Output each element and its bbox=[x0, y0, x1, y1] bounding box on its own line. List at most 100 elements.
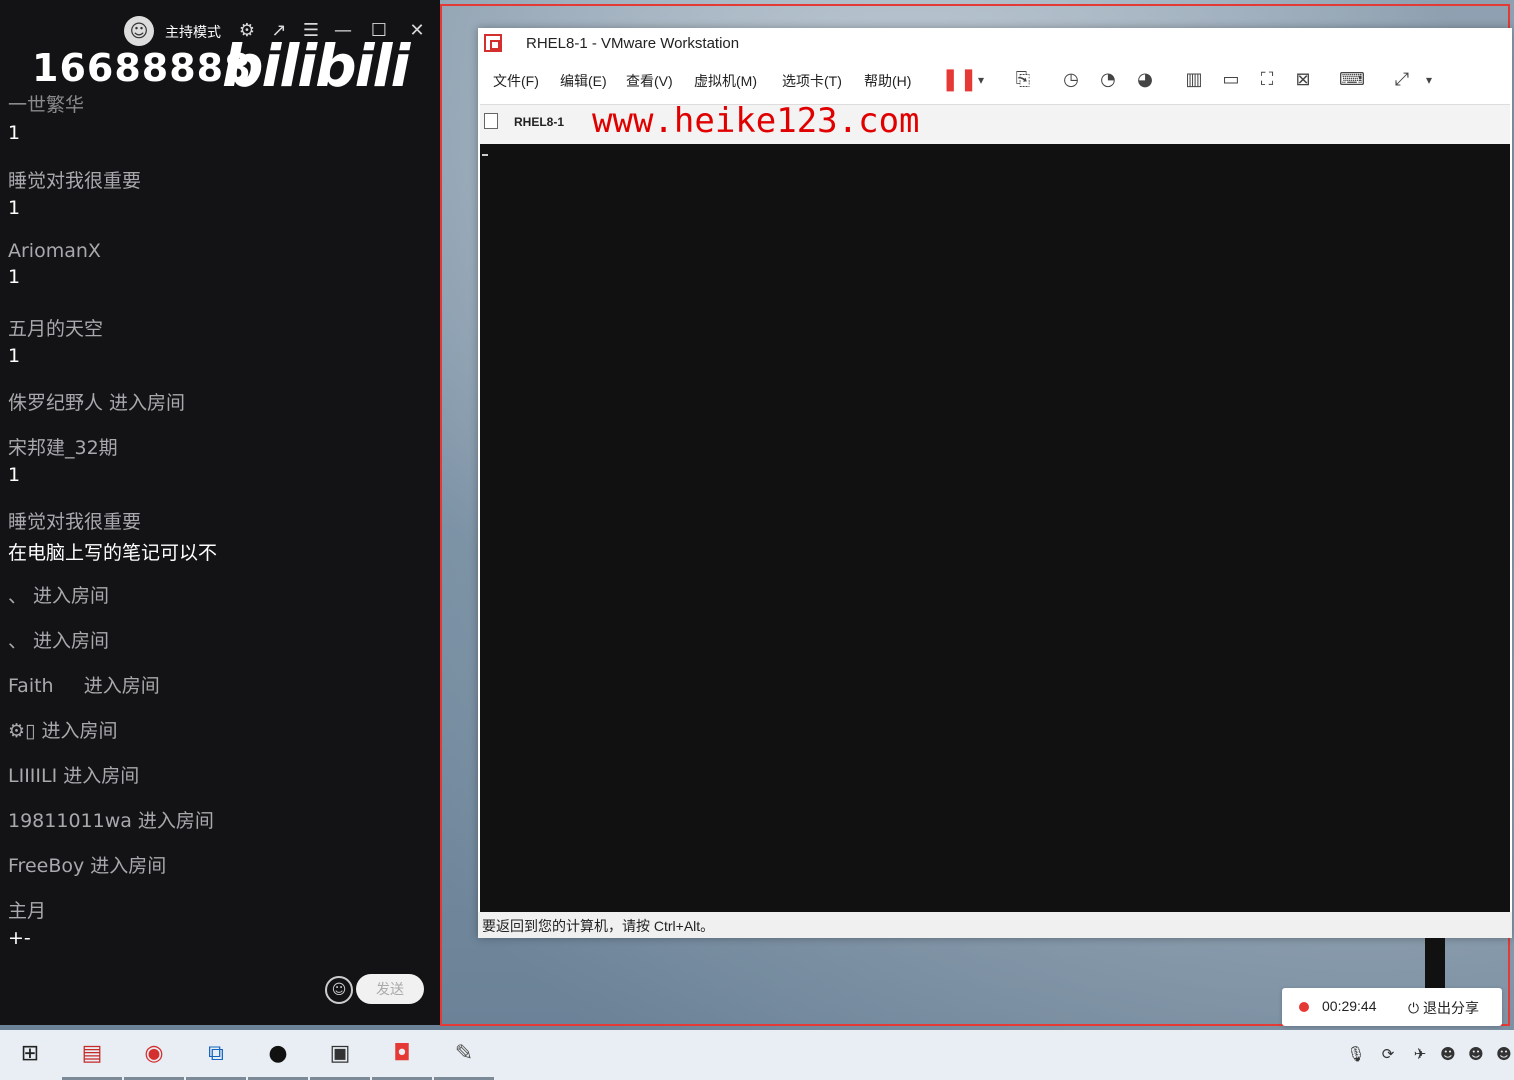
chat-username[interactable]: ⚙▯ 进入房间 bbox=[8, 716, 118, 743]
taskbar: ⊞ ▤ ◉ ⧉ ● ▣ ◘ ✎ 🎙 ⟳ ✈ ☻ ☻ ☻ bbox=[0, 1030, 1514, 1080]
qq-icon[interactable]: ☻ bbox=[1494, 1044, 1514, 1064]
screen-share-control: 00:29:44 ⏻ 退出分享 bbox=[1282, 988, 1502, 1026]
close-icon[interactable]: ✕ bbox=[406, 20, 428, 42]
room-id: 16688888 bbox=[32, 46, 252, 90]
classroom-app-icon[interactable]: ◘ bbox=[372, 1038, 432, 1080]
status-text: 要返回到您的计算机，请按 Ctrl+Alt。 bbox=[482, 918, 715, 934]
stretch-icon[interactable]: ⤢ bbox=[1389, 67, 1415, 93]
menu-file[interactable]: 文件(F) bbox=[493, 71, 539, 91]
pen-tool-icon[interactable]: ✎ bbox=[434, 1038, 494, 1080]
app-icon[interactable]: ● bbox=[248, 1038, 308, 1080]
vm-tab-icon bbox=[484, 113, 498, 129]
chat-enter-notice: 、 进入房间 bbox=[8, 581, 109, 608]
emoji-icon[interactable]: ☺ bbox=[325, 976, 353, 1004]
chat-message: 1 bbox=[8, 118, 20, 144]
chat-message: 主月 +- bbox=[8, 896, 46, 949]
chat-input-area: ☺ 发送 bbox=[0, 960, 440, 1020]
chat-message-text: 1 bbox=[8, 464, 21, 486]
bilibili-logo: bilibili bbox=[222, 32, 410, 100]
qq-icon[interactable]: ☻ bbox=[1438, 1044, 1458, 1064]
tray-bird-icon[interactable]: ✈ bbox=[1410, 1044, 1430, 1064]
chat-username[interactable]: Faith 进入房间 bbox=[8, 671, 160, 698]
pause-icon[interactable]: ❚❚ bbox=[941, 67, 978, 93]
background-window-fragment bbox=[1425, 938, 1445, 988]
chat-message: 宋邦建_32期 1 bbox=[8, 433, 118, 486]
chat-enter-notice: LIIIILI 进入房间 bbox=[8, 761, 139, 788]
streamer-avatar: ☺ bbox=[124, 16, 154, 46]
menu-help[interactable]: 帮助(H) bbox=[864, 71, 911, 91]
fullscreen-icon[interactable]: ⛶ bbox=[1254, 67, 1280, 93]
vm-tab-bar: RHEL8-1 www.heike123.com bbox=[480, 101, 1510, 145]
chat-enter-notice: 19811011wa 进入房间 bbox=[8, 806, 214, 833]
chat-message: AriomanX 1 bbox=[8, 240, 101, 288]
menu-tabs[interactable]: 选项卡(T) bbox=[782, 71, 842, 91]
chat-enter-notice: ⚙▯ 进入房间 bbox=[8, 716, 118, 743]
tab-label: RHEL8-1 bbox=[514, 115, 565, 129]
snapshot-manager-icon[interactable]: ◕ bbox=[1132, 67, 1158, 93]
microphone-icon[interactable]: 🎙 bbox=[1346, 1044, 1366, 1064]
chat-message-text: 1 bbox=[8, 197, 21, 219]
revert-snapshot-icon[interactable]: ◔ bbox=[1095, 67, 1121, 93]
chat-username[interactable]: 、 进入房间 bbox=[8, 581, 109, 608]
chat-message: 睡觉对我很重要 1 bbox=[8, 166, 141, 219]
vm-console-screen[interactable] bbox=[480, 144, 1510, 912]
vmware-logo-icon bbox=[484, 34, 502, 52]
watermark-text: www.heike123.com bbox=[592, 101, 920, 141]
thumbnail-view-icon[interactable]: ▭ bbox=[1218, 67, 1244, 93]
text-cursor bbox=[482, 154, 488, 156]
chat-message-text: 1 bbox=[8, 345, 21, 367]
chat-username[interactable]: 睡觉对我很重要 bbox=[8, 166, 141, 193]
menu-edit[interactable]: 编辑(E) bbox=[560, 71, 607, 91]
chat-header: ☺ 主持模式 ⚙ ↗ ☰ — ☐ ✕ 16688888 bilibili 一世繁… bbox=[0, 0, 440, 116]
qq-icon[interactable]: ☻ bbox=[1466, 1044, 1486, 1064]
tray-app-icon[interactable]: ⟳ bbox=[1378, 1044, 1398, 1064]
chat-message-text: 1 bbox=[8, 266, 21, 288]
chat-username[interactable]: 睡觉对我很重要 bbox=[8, 507, 217, 534]
chat-username[interactable]: AriomanX bbox=[8, 240, 101, 262]
share-timer: 00:29:44 bbox=[1322, 998, 1377, 1014]
chat-username[interactable]: FreeBoy 进入房间 bbox=[8, 851, 166, 878]
chat-username[interactable]: 、 进入房间 bbox=[8, 626, 109, 653]
chat-enter-notice: 侏罗纪野人 进入房间 bbox=[8, 388, 185, 415]
stretch-dropdown-icon[interactable]: ▾ bbox=[1416, 67, 1442, 93]
power-icon: ⏻ bbox=[1408, 1000, 1420, 1016]
pause-dropdown-icon[interactable]: ▾ bbox=[968, 67, 994, 93]
chat-username[interactable]: 五月的天空 bbox=[8, 314, 103, 341]
vmware-window: RHEL8-1 - VMware Workstation 文件(F) 编辑(E)… bbox=[478, 28, 1512, 938]
live-chat-panel: ☺ 主持模式 ⚙ ↗ ☰ — ☐ ✕ 16688888 bilibili 一世繁… bbox=[0, 0, 440, 1025]
snapshot-icon[interactable]: ◷ bbox=[1058, 67, 1084, 93]
host-mode-label[interactable]: 主持模式 bbox=[165, 22, 221, 42]
library-view-icon[interactable]: ▥ bbox=[1181, 67, 1207, 93]
tab-rhel8-1[interactable]: RHEL8-1 bbox=[484, 113, 565, 129]
chat-message-text: 1 bbox=[8, 122, 21, 144]
menu-view[interactable]: 查看(V) bbox=[626, 71, 673, 91]
vmware-icon[interactable]: ⧉ bbox=[186, 1038, 246, 1080]
menu-vm[interactable]: 虚拟机(M) bbox=[694, 71, 757, 91]
chat-message-text: 在电脑上写的笔记可以不 bbox=[8, 542, 218, 564]
chat-username[interactable]: 侏罗纪野人 进入房间 bbox=[8, 388, 185, 415]
chat-username[interactable]: 主月 bbox=[8, 896, 46, 923]
chat-username[interactable]: 19811011wa 进入房间 bbox=[8, 806, 214, 833]
start-menu-icon[interactable]: ⊞ bbox=[14, 1038, 46, 1070]
chat-enter-notice: 、 进入房间 bbox=[8, 626, 109, 653]
vm-status-bar: 要返回到您的计算机，请按 Ctrl+Alt。 bbox=[478, 912, 1512, 938]
window-title: RHEL8-1 - VMware Workstation bbox=[526, 35, 740, 52]
recording-dot-icon bbox=[1299, 1002, 1309, 1012]
chat-username[interactable]: LIIIILI 进入房间 bbox=[8, 761, 139, 788]
chat-message-text: +- bbox=[8, 927, 31, 949]
send-ctrl-alt-del-icon[interactable]: ⎘ bbox=[1010, 67, 1036, 93]
chat-enter-notice: FreeBoy 进入房间 bbox=[8, 851, 166, 878]
file-explorer-icon[interactable]: ▤ bbox=[62, 1038, 122, 1080]
chat-username[interactable]: 宋邦建_32期 bbox=[8, 433, 118, 460]
console-view-icon[interactable]: ⌨ bbox=[1339, 67, 1365, 93]
send-button[interactable]: 发送 bbox=[356, 974, 424, 1004]
chrome-icon[interactable]: ◉ bbox=[124, 1038, 184, 1080]
vmware-titlebar[interactable]: RHEL8-1 - VMware Workstation bbox=[478, 28, 1512, 62]
exit-share-label: 退出分享 bbox=[1422, 1000, 1479, 1016]
chat-message: 睡觉对我很重要 在电脑上写的笔记可以不 bbox=[8, 507, 217, 565]
unity-icon[interactable]: ⊠ bbox=[1290, 67, 1316, 93]
vmware-menubar: 文件(F) 编辑(E) 查看(V) 虚拟机(M) 选项卡(T) 帮助(H) ❚❚… bbox=[478, 62, 1512, 100]
screen-app-icon[interactable]: ▣ bbox=[310, 1038, 370, 1080]
exit-share-button[interactable]: ⏻ 退出分享 bbox=[1408, 998, 1479, 1018]
chat-message: 五月的天空 1 bbox=[8, 314, 103, 367]
